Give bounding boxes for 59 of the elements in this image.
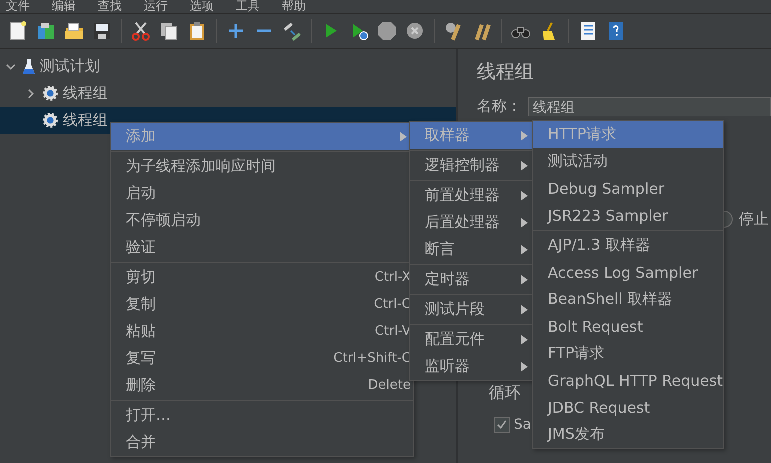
copy-icon[interactable] <box>158 20 180 42</box>
expand-icon[interactable] <box>26 88 36 98</box>
menu-item[interactable]: JDBC Request <box>533 394 723 421</box>
tree-item-label: 线程组 <box>63 111 108 130</box>
menu-item[interactable]: FTP请求 <box>533 340 723 367</box>
menu-item[interactable]: 剪切 Ctrl-X <box>111 264 413 291</box>
scissors-icon[interactable] <box>130 20 152 42</box>
collapse-icon[interactable] <box>6 62 16 72</box>
checkbox-label: Sa <box>514 417 532 433</box>
name-field[interactable]: 线程组 <box>528 96 771 116</box>
loop-label: 循环 <box>489 383 522 404</box>
menu-item[interactable]: GraphQL HTTP Request <box>533 367 723 394</box>
check-icon <box>497 420 507 430</box>
menu-bar-item[interactable]: 帮助 <box>282 0 306 13</box>
menu-item[interactable]: 启动 <box>111 180 413 207</box>
menu-item[interactable]: 后置处理器 <box>410 209 534 236</box>
menu-item[interactable]: 逻辑控制器 <box>410 152 534 179</box>
panel-title: 线程组 <box>477 60 535 85</box>
menu-item[interactable]: Debug Sampler <box>533 175 723 202</box>
menu-item[interactable]: 验证 <box>111 234 413 261</box>
menu-item[interactable]: JMS发布 <box>533 421 723 448</box>
radio-label: 停止 <box>739 210 769 228</box>
menu-item[interactable]: Access Log Sampler <box>533 259 723 286</box>
menu-item[interactable]: 复写 Ctrl+Shift-C <box>111 345 413 372</box>
name-label: 名称： <box>477 96 522 116</box>
menu-item[interactable]: Bolt Request <box>533 313 723 340</box>
menu-item[interactable]: 删除 Delete <box>111 372 413 399</box>
menu-bar-item[interactable]: 编辑 <box>52 0 76 13</box>
menu-item[interactable]: 合并 <box>111 429 413 456</box>
flask-icon <box>22 58 36 75</box>
menu-item[interactable]: 断言 <box>410 236 534 263</box>
menu-item[interactable]: 监听器 <box>410 353 534 380</box>
menu-item[interactable]: 为子线程添加响应时间 <box>111 153 413 180</box>
shutdown-icon[interactable] <box>404 20 426 42</box>
gear-icon <box>42 85 59 102</box>
checkbox[interactable] <box>494 417 510 433</box>
menu-bar-item[interactable]: 运行 <box>144 0 168 13</box>
tree-item-label: 测试计划 <box>40 57 100 76</box>
menu-item[interactable]: 配置元件 <box>410 326 534 353</box>
tree-item[interactable]: 线程组 <box>0 80 456 107</box>
menu-item[interactable]: 不停顿启动 <box>111 207 413 234</box>
menu-item[interactable]: 前置处理器 <box>410 182 534 209</box>
menu-item[interactable]: 测试片段 <box>410 296 534 323</box>
tree-item[interactable]: 测试计划 <box>0 53 456 80</box>
menu-bar-item[interactable]: 文件 <box>6 0 30 13</box>
tree-item-label: 线程组 <box>63 84 108 103</box>
save-icon[interactable] <box>91 20 113 42</box>
menu-item[interactable]: 复制 Ctrl-C <box>111 291 413 318</box>
menu-item[interactable]: 测试活动 <box>533 148 723 175</box>
stop-icon[interactable] <box>376 20 398 42</box>
gear-icon <box>42 112 59 129</box>
menu-bar-item[interactable]: 工具 <box>236 0 260 13</box>
menu-item[interactable]: BeanShell 取样器 <box>533 286 723 313</box>
menu-item[interactable]: 定时器 <box>410 266 534 293</box>
menu-item[interactable]: 打开… <box>111 402 413 429</box>
menu-item[interactable]: JSR223 Sampler <box>533 202 723 229</box>
menu-bar-item[interactable]: 查找 <box>98 0 122 13</box>
menu-bar-item[interactable]: 选项 <box>190 0 214 13</box>
menu-item[interactable]: AJP/1.3 取样器 <box>533 232 723 259</box>
